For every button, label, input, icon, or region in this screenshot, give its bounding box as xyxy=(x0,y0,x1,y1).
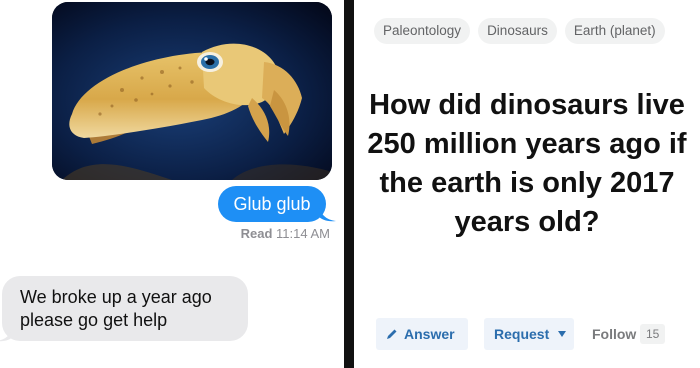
question-title[interactable]: How did dinosaurs live 250 million years… xyxy=(354,86,700,242)
pencil-icon xyxy=(387,329,397,339)
topic-tag-dinosaurs[interactable]: Dinosaurs xyxy=(478,18,557,44)
received-message-bubble[interactable]: We broke up a year ago please go get hel… xyxy=(2,276,248,341)
caret-down-icon xyxy=(558,331,566,337)
read-label: Read xyxy=(240,226,273,241)
answer-button[interactable]: Answer xyxy=(376,318,468,350)
answer-label: Answer xyxy=(404,326,455,342)
topic-tag-earth[interactable]: Earth (planet) xyxy=(564,18,665,44)
sent-bubble-tail xyxy=(318,204,336,222)
cuttlefish-photo-message[interactable] xyxy=(52,2,332,180)
message-thread: Glub glub Read 11:14 AM We broke up a ye… xyxy=(0,0,344,368)
topic-tag-paleontology[interactable]: Paleontology xyxy=(374,18,471,44)
follow-button[interactable]: Follow xyxy=(592,318,636,350)
panel-divider xyxy=(344,0,354,368)
topic-list: Paleontology Dinosaurs Earth (planet) xyxy=(374,18,665,44)
read-receipt: Read 11:14 AM xyxy=(241,226,330,241)
sent-message-bubble[interactable]: Glub glub xyxy=(218,186,326,222)
cuttlefish-image xyxy=(52,2,332,180)
quora-question-card: Paleontology Dinosaurs Earth (planet) Ho… xyxy=(354,0,700,368)
received-bubble-tail xyxy=(0,324,14,342)
follow-count: 15 xyxy=(640,324,666,344)
read-time: 11:14 AM xyxy=(276,226,330,241)
request-label: Request xyxy=(494,326,550,342)
request-button[interactable]: Request xyxy=(484,318,574,350)
